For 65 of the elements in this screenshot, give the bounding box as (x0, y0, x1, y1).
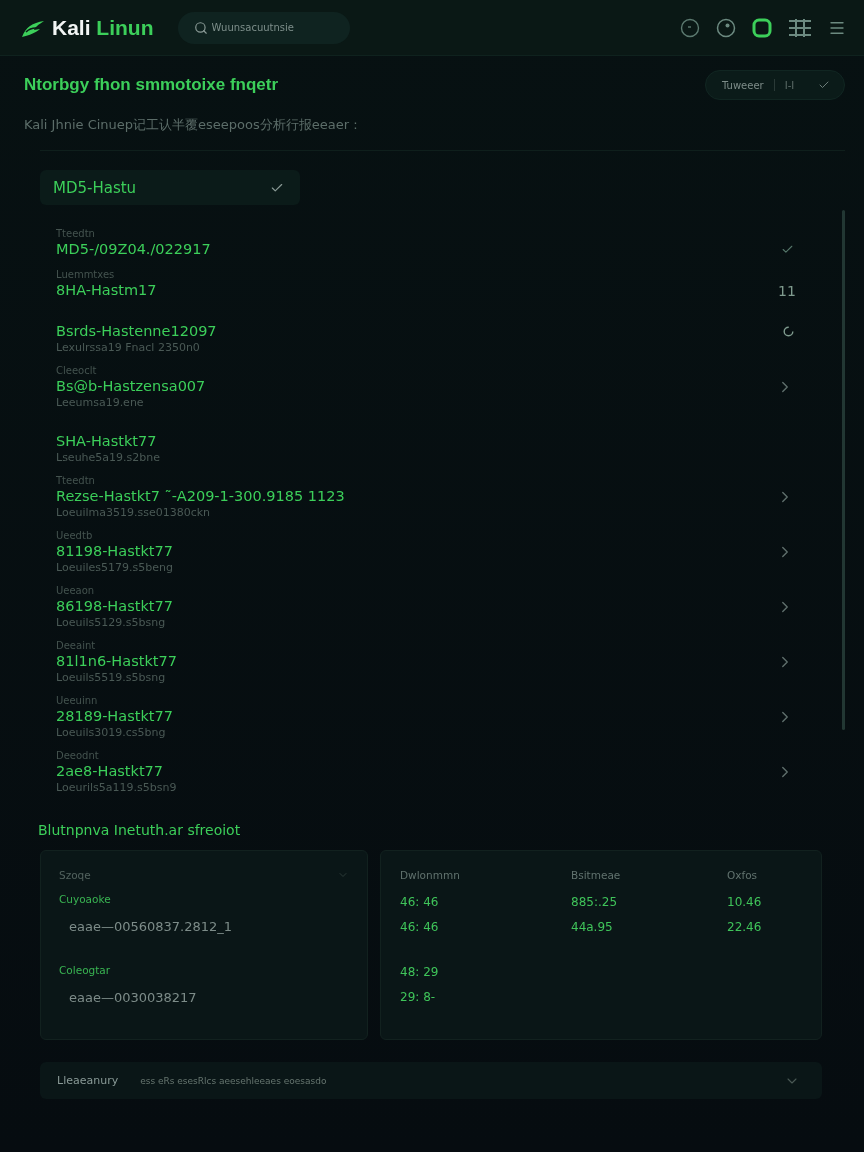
hash-dropdown[interactable]: MD5-Hastu (40, 170, 300, 205)
scrollbar[interactable] (842, 210, 845, 730)
page-subtitle: Kali Jhnie Cinuep记工认半覆eseepoos分析行报eeaer : (24, 116, 359, 134)
item-caption: Tteedtn (56, 227, 95, 240)
filter-button[interactable]: Tuweeer I-I (705, 70, 845, 100)
item-detail: Loeuils5519.s5bsng (56, 671, 166, 685)
entry-value: eaae—00560837.2812_1 (69, 919, 233, 934)
hash-name[interactable]: SHA-Hastkt77 (56, 432, 157, 451)
item-detail: Loeurils5a119.s5bsn9 (56, 781, 177, 795)
column-header: Dwlonmmn (400, 869, 460, 881)
hash-name[interactable]: 8HA-Hastm17 (56, 281, 157, 300)
item-detail: Lseuhe5a19.s2bne (56, 451, 161, 465)
hash-name[interactable]: Rezse-Hastkt7 ˜-A209-1-300.9185 1123 (56, 487, 345, 506)
grid-icon[interactable] (788, 17, 812, 38)
item-detail: Loeuils5129.s5bsng (56, 616, 166, 630)
summary-label: Lleaeanury (57, 1074, 119, 1087)
table-cell: 46: 46 (400, 920, 439, 934)
table-cell: 885:.25 (571, 895, 618, 909)
item-caption: Luemmtxes (56, 268, 115, 281)
item-detail: Leeumsa19.ene (56, 396, 144, 410)
item-caption: Cleeoclt (56, 364, 97, 377)
hash-name[interactable]: 2ae8-Hastkt77 (56, 762, 164, 781)
hash-name[interactable]: Bs@b-Hastzensa007 (56, 377, 206, 396)
section-title: Blutnpnva Inetuth.ar sfreoiot (38, 822, 241, 838)
item-caption: Tteedtn (56, 474, 95, 487)
hash-name[interactable]: MD5-/09Z04./022917 (56, 240, 211, 259)
item-detail: Loeuilma3519.sse01380ckn (56, 506, 211, 520)
item-caption: Ueeaon (56, 584, 95, 597)
check-icon (818, 79, 830, 91)
card-label: Szoqe (59, 869, 91, 881)
hash-name[interactable]: Bsrds-Hastenne12097 (56, 322, 217, 341)
entry-name: Cuyoaoke (59, 893, 111, 905)
table-cell: 46: 46 (400, 895, 439, 909)
ring-icon (783, 326, 794, 337)
item-detail: Loeuiles5179.s5beng (56, 561, 173, 575)
hash-name[interactable]: 28189-Hastkt77 (56, 707, 173, 726)
entry-value: eaae—0030038217 (69, 990, 197, 1005)
table-cell: 29: 8- (400, 990, 436, 1004)
page-title: Ntorbgy fhon smmotoixe fnqetr (24, 75, 279, 95)
hash-name[interactable]: 81198-Hastkt77 (56, 542, 173, 561)
table-cell: 44a.95 (571, 920, 613, 934)
square-icon[interactable] (752, 17, 772, 38)
item-caption: Deeaint (56, 639, 96, 652)
column-header: Oxfos (727, 869, 758, 881)
item-detail: Lexulrssa19 Fnacl 2350n0 (56, 341, 200, 355)
circle-icon[interactable] (680, 17, 700, 38)
summary-bar[interactable]: Lleaeanury ess eRs esesRlcs aeesehleeaes eoesasdo (40, 1062, 822, 1099)
item-caption: Ueeuinn (56, 694, 98, 707)
column-header: Bsitmeae (571, 869, 621, 881)
hash-name[interactable]: 86198-Hastkt77 (56, 597, 173, 616)
search-icon (193, 20, 208, 35)
item-detail: Loeuils3019.cs5bng (56, 726, 166, 740)
item-caption: Ueedtb (56, 529, 93, 542)
brand-wordmark: Kali Linun (52, 15, 154, 40)
circle-icon[interactable] (716, 17, 736, 38)
table-cell: 48: 29 (400, 965, 439, 979)
check-icon (781, 243, 794, 256)
summary-text: ess eRs esesRlcs aeesehleeaes eoesasdo (140, 1075, 327, 1086)
table-cell: 10.46 (727, 895, 762, 909)
table-cell: 22.46 (727, 920, 762, 934)
item-caption: Deeodnt (56, 749, 99, 762)
hash-name[interactable]: 81l1n6-Hastkt77 (56, 652, 177, 671)
search-field[interactable]: Wuunsacuutnsie (177, 11, 350, 44)
entry-name: Coleogtar (59, 964, 111, 976)
count-text: 11 (778, 282, 794, 299)
